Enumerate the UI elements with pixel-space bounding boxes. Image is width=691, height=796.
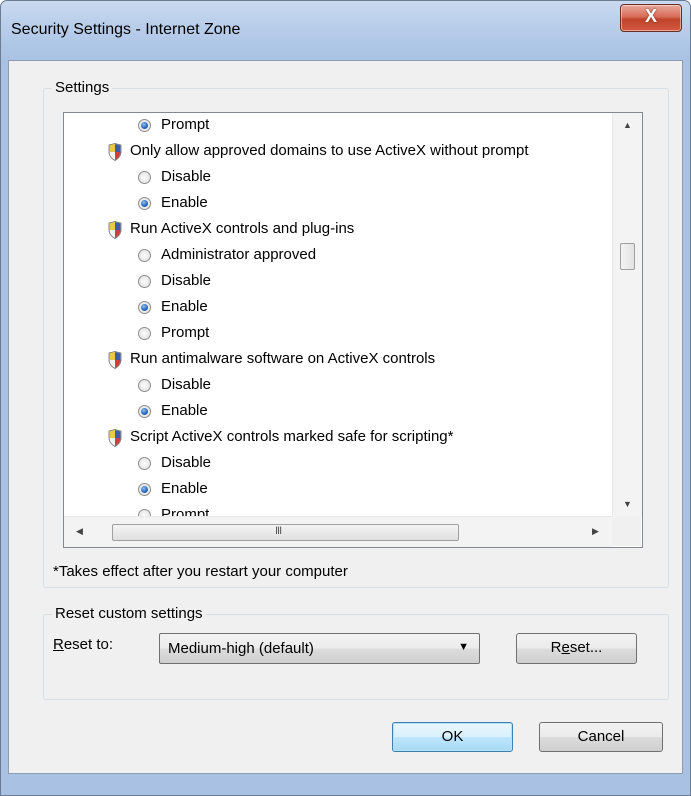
setting-option-label: Enable <box>161 298 208 315</box>
radio-button[interactable] <box>138 249 151 262</box>
setting-category-label: Script ActiveX controls marked safe for … <box>130 428 454 445</box>
vertical-scrollbar[interactable]: ▲ ▼ <box>612 113 642 516</box>
scroll-up-icon[interactable]: ▲ <box>623 120 632 130</box>
settings-list[interactable]: Prompt Only allow approved domains to use… <box>63 112 643 548</box>
setting-option[interactable]: Administrator approved <box>64 243 612 269</box>
scroll-right-icon[interactable]: ▶ <box>592 526 599 537</box>
reset-button-text-post: set... <box>569 639 603 656</box>
setting-option-label: Prompt <box>161 116 210 133</box>
shield-icon <box>107 221 123 239</box>
setting-option-label: Prompt <box>161 506 210 516</box>
reset-button[interactable]: Reset... <box>516 633 637 664</box>
ok-button[interactable]: OK <box>392 722 513 752</box>
reset-level-dropdown[interactable]: Medium-high (default) ▼ <box>159 633 480 664</box>
vertical-scroll-thumb[interactable] <box>620 243 635 270</box>
radio-button[interactable] <box>138 327 151 340</box>
setting-option[interactable]: Enable <box>64 477 612 503</box>
scroll-down-icon[interactable]: ▼ <box>623 499 632 509</box>
close-button[interactable]: X <box>620 4 682 32</box>
setting-option[interactable]: Prompt <box>64 321 612 347</box>
radio-button[interactable] <box>138 275 151 288</box>
shield-icon <box>107 143 123 161</box>
setting-category: Run ActiveX controls and plug-ins <box>64 217 612 243</box>
setting-option-label: Enable <box>161 194 208 211</box>
shield-icon <box>107 351 123 369</box>
setting-option-label: Prompt <box>161 324 210 341</box>
setting-option-label: Disable <box>161 168 212 185</box>
setting-option[interactable]: Enable <box>64 191 612 217</box>
reset-legend: Reset custom settings <box>52 605 206 622</box>
radio-button[interactable] <box>138 483 151 496</box>
setting-option-label: Enable <box>161 480 208 497</box>
radio-button[interactable] <box>138 457 151 470</box>
radio-button[interactable] <box>138 171 151 184</box>
setting-option[interactable]: Disable <box>64 373 612 399</box>
setting-option-label: Administrator approved <box>161 246 317 263</box>
horizontal-scrollbar[interactable]: ◀ III ▶ <box>64 516 612 547</box>
setting-category: Script ActiveX controls marked safe for … <box>64 425 612 451</box>
setting-category-label: Only allow approved domains to use Activ… <box>130 142 529 159</box>
restart-footnote: *Takes effect after you restart your com… <box>53 563 348 580</box>
title-bar[interactable]: Security Settings - Internet Zone X <box>1 1 690 61</box>
setting-category: Run antimalware software on ActiveX cont… <box>64 347 612 373</box>
setting-option-label: Disable <box>161 272 212 289</box>
window-title: Security Settings - Internet Zone <box>11 21 241 38</box>
close-icon: X <box>644 6 657 26</box>
reset-to-label: Reset to: <box>53 636 113 653</box>
radio-button[interactable] <box>138 379 151 392</box>
setting-option[interactable]: Disable <box>64 165 612 191</box>
setting-option[interactable]: Disable <box>64 451 612 477</box>
setting-option[interactable]: Enable <box>64 295 612 321</box>
radio-button[interactable] <box>138 509 151 516</box>
setting-option-label: Disable <box>161 454 212 471</box>
settings-legend: Settings <box>52 79 113 96</box>
radio-button[interactable] <box>138 405 151 418</box>
radio-button[interactable] <box>138 119 151 132</box>
setting-category-label: Run ActiveX controls and plug-ins <box>130 220 355 237</box>
horizontal-scroll-thumb[interactable]: III <box>112 524 459 541</box>
setting-option-label: Disable <box>161 376 212 393</box>
scroll-corner <box>612 516 641 546</box>
settings-list-content: Prompt Only allow approved domains to use… <box>64 113 612 516</box>
chevron-down-icon: ▼ <box>458 641 469 653</box>
scroll-grip-icon: III <box>275 525 282 537</box>
setting-option[interactable]: Prompt <box>64 503 612 516</box>
radio-button[interactable] <box>138 197 151 210</box>
cancel-button[interactable]: Cancel <box>539 722 663 752</box>
setting-option[interactable]: Prompt <box>64 113 612 139</box>
reset-button-mnemonic: e <box>561 639 570 656</box>
setting-category-label: Run antimalware software on ActiveX cont… <box>130 350 436 367</box>
scroll-left-icon[interactable]: ◀ <box>76 526 83 537</box>
setting-option[interactable]: Enable <box>64 399 612 425</box>
reset-level-value: Medium-high (default) <box>168 640 314 657</box>
setting-option[interactable]: Disable <box>64 269 612 295</box>
reset-to-mnemonic: R <box>53 636 64 653</box>
radio-button[interactable] <box>138 301 151 314</box>
shield-icon <box>107 429 123 447</box>
setting-category: Only allow approved domains to use Activ… <box>64 139 612 165</box>
reset-button-text-pre: R <box>550 639 562 656</box>
reset-to-text: eset to: <box>63 636 114 653</box>
setting-option-label: Enable <box>161 402 208 419</box>
